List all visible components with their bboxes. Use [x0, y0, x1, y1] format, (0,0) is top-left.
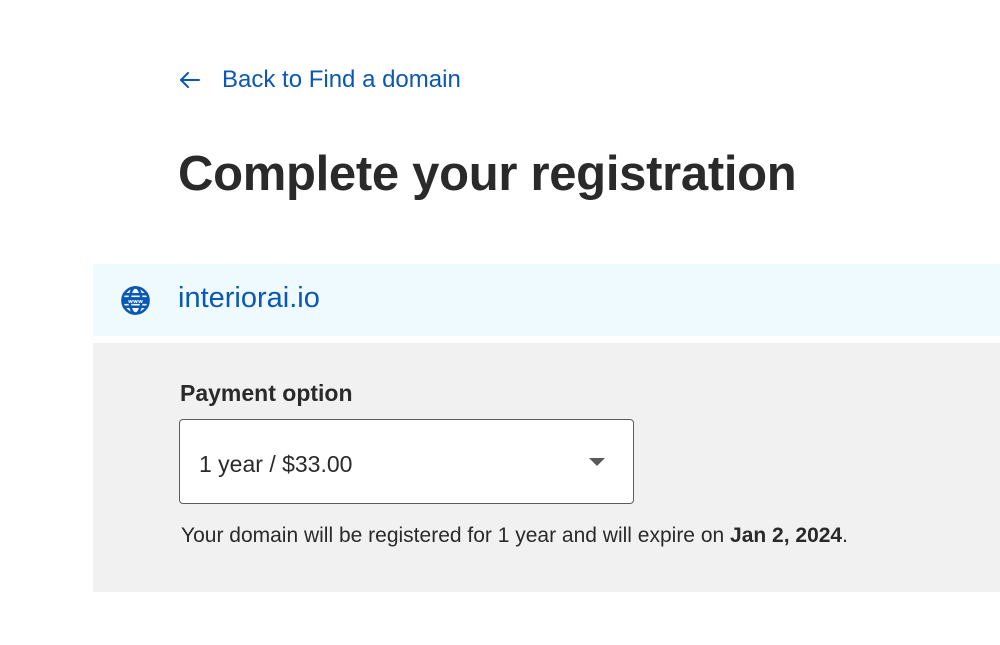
domain-bar: www interiorai.io	[93, 264, 1000, 336]
expiry-note: Your domain will be registered for 1 yea…	[181, 524, 848, 548]
globe-www-icon: www	[120, 285, 151, 316]
back-link-label: Back to Find a domain	[222, 66, 461, 93]
expiry-note-suffix: .	[842, 524, 848, 547]
page-title: Complete your registration	[178, 147, 797, 201]
payment-option-label: Payment option	[180, 380, 353, 406]
svg-text:www: www	[128, 299, 143, 305]
back-to-find-domain-link[interactable]: Back to Find a domain	[178, 66, 461, 94]
payment-option-selected-value: 1 year / $33.00	[199, 451, 353, 477]
payment-option-select[interactable]: 1 year / $33.00	[179, 419, 634, 504]
arrow-left-icon	[178, 68, 202, 92]
domain-name: interiorai.io	[178, 282, 320, 314]
payment-panel: Payment option 1 year / $33.00 Your doma…	[93, 343, 1000, 592]
expiry-note-text: Your domain will be registered for 1 yea…	[181, 524, 731, 547]
page: Back to Find a domain Complete your regi…	[0, 0, 1000, 645]
chevron-down-icon	[589, 458, 605, 466]
expiry-date: Jan 2, 2024	[730, 524, 843, 547]
